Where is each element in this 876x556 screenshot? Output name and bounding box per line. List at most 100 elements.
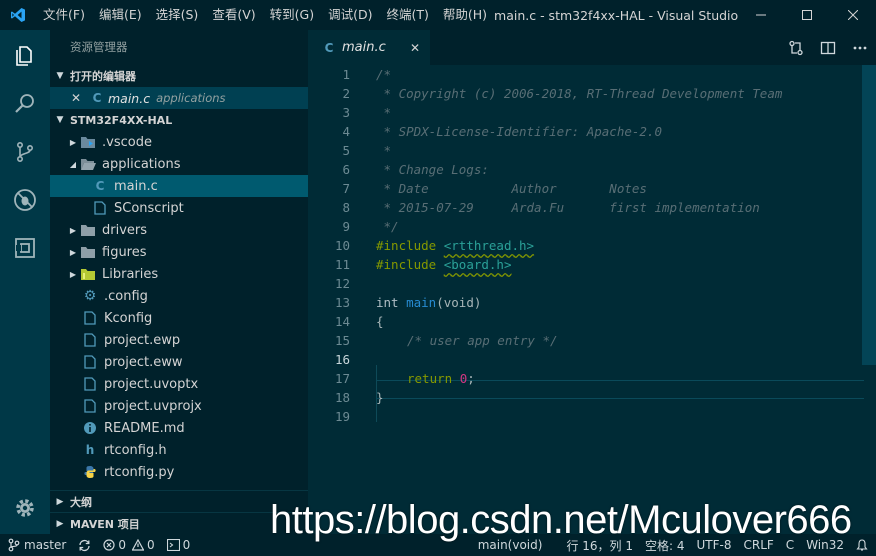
menu-edit[interactable]: 编辑(E) (92, 0, 149, 30)
tree-item-project-ewp[interactable]: project.ewp (50, 329, 308, 351)
output-counter-item[interactable]: 0 (161, 534, 197, 556)
python-file-icon (82, 464, 98, 480)
line-number: 17 (334, 371, 350, 386)
notifications-button[interactable] (850, 534, 876, 556)
project-label: STM32F4XX-HAL (70, 113, 173, 127)
tree-item-drivers[interactable]: ▶ drivers (50, 219, 308, 241)
code-line: 9 */ (308, 217, 876, 236)
menu-selection[interactable]: 选择(S) (149, 0, 206, 30)
sync-button[interactable] (72, 534, 97, 556)
tree-item-config[interactable]: ⚙ .config (50, 285, 308, 307)
open-changes-button[interactable] (780, 30, 812, 65)
comment: * Copyright (c) 2006-2018, RT-Thread Dev… (376, 86, 783, 101)
comment: * 2015-07-29 Arda.Fu first implementatio… (376, 200, 760, 215)
comment: * (376, 105, 392, 120)
tree-item-readme[interactable]: README.md (50, 417, 308, 439)
close-window-button[interactable] (830, 0, 876, 30)
line-number: 12 (334, 276, 350, 291)
line-number: 15 (334, 333, 350, 348)
editor-group: C main.c ✕ 1 /* 2 * Copyright (c) 2006-20… (308, 30, 876, 534)
tree-item-kconfig[interactable]: Kconfig (50, 307, 308, 329)
close-tab-icon[interactable]: ✕ (410, 41, 420, 55)
minimize-button[interactable] (738, 0, 784, 30)
tree-item-label: project.eww (104, 354, 183, 370)
tree-item-label: rtconfig.py (104, 464, 175, 480)
code-line: 8 * 2015-07-29 Arda.Fu first implementat… (308, 198, 876, 217)
folder-open-icon (80, 156, 96, 172)
tree-item-project-uvoptx[interactable]: project.uvoptx (50, 373, 308, 395)
tree-item-label: Kconfig (104, 310, 153, 326)
c-file-icon: C (324, 40, 334, 55)
error-count: 0 (118, 538, 126, 552)
menu-help[interactable]: 帮助(H) (436, 0, 494, 30)
debug-icon[interactable] (0, 176, 50, 224)
line-number: 13 (334, 295, 350, 310)
comment: * SPDX-License-Identifier: Apache-2.0 (376, 124, 662, 139)
window-title: main.c - stm32f4xx-HAL - Visual Studio C… (494, 7, 738, 23)
vertical-scrollbar[interactable] (862, 65, 876, 365)
line-number: 3 (342, 105, 350, 120)
tab-bar: C main.c ✕ (308, 30, 876, 65)
code-editor[interactable]: 1 /* 2 * Copyright (c) 2006-2018, RT-Thre… (308, 65, 876, 534)
warning-count: 0 (146, 538, 155, 552)
chevron-right-icon: ▶ (69, 137, 77, 147)
open-editors-header[interactable]: ▼ 打开的编辑器 (50, 65, 308, 87)
menu-file[interactable]: 文件(F) (36, 0, 92, 30)
code-line: 17 return 0; (308, 369, 876, 388)
tree-item-label: project.uvoptx (104, 376, 199, 392)
menu-view[interactable]: 查看(V) (205, 0, 262, 30)
tree-item-vscode[interactable]: ▶ .vscode (50, 131, 308, 153)
menu-terminal[interactable]: 终端(T) (379, 0, 435, 30)
maximize-icon (802, 10, 812, 20)
menu-go[interactable]: 转到(G) (263, 0, 321, 30)
code-line: 12 (308, 274, 876, 293)
editor-actions (780, 30, 876, 65)
tree-item-project-uvprojx[interactable]: project.uvprojx (50, 395, 308, 417)
error-icon (103, 539, 115, 551)
chevron-right-icon: ▶ (69, 247, 77, 257)
tree-item-label: project.ewp (104, 332, 181, 348)
line-number: 10 (334, 238, 350, 253)
tab-main-c[interactable]: C main.c ✕ (308, 30, 430, 65)
tree-item-applications[interactable]: ◢ applications (50, 153, 308, 175)
project-header[interactable]: ▼ STM32F4XX-HAL (50, 109, 308, 131)
line-number: 18 (334, 390, 350, 405)
open-editor-path: applications (156, 91, 226, 105)
tree-item-label: figures (102, 244, 147, 260)
source-control-icon[interactable] (0, 128, 50, 176)
output-count: 0 (182, 538, 191, 552)
outline-label: 大纲 (70, 495, 92, 509)
file-icon (82, 376, 98, 392)
problems-item[interactable]: 0 0 (97, 534, 160, 556)
branch-name: master (24, 538, 67, 552)
tree-item-rtconfig-py[interactable]: rtconfig.py (50, 461, 308, 483)
extensions-icon[interactable] (0, 224, 50, 272)
open-editor-item[interactable]: ✕ C main.c applications (50, 87, 308, 109)
sync-icon (79, 539, 90, 551)
maximize-button[interactable] (784, 0, 830, 30)
line-number: 4 (342, 124, 350, 139)
preprocessor: #include (376, 238, 437, 253)
tree-item-figures[interactable]: ▶ figures (50, 241, 308, 263)
more-actions-button[interactable] (844, 30, 876, 65)
tree-item-sconscript[interactable]: SConscript (50, 197, 308, 219)
terminal-icon (166, 539, 180, 551)
close-editor-icon[interactable]: ✕ (64, 91, 88, 105)
search-icon[interactable] (0, 80, 50, 128)
line-number: 8 (342, 200, 350, 215)
h-file-icon: h (85, 443, 95, 457)
line-number: 9 (342, 219, 350, 234)
tree-item-project-eww[interactable]: project.eww (50, 351, 308, 373)
tree-item-libraries[interactable]: ▶ Libraries (50, 263, 308, 285)
split-editor-button[interactable] (812, 30, 844, 65)
code-line: 11 #include <board.h> (308, 255, 876, 274)
tree-item-main-c[interactable]: C main.c (50, 175, 308, 197)
git-branch-item[interactable]: master (0, 534, 72, 556)
compare-changes-icon (789, 40, 803, 55)
settings-gear-icon[interactable] (0, 484, 50, 532)
explorer-icon[interactable] (0, 32, 50, 80)
c-file-icon: C (92, 91, 102, 105)
menu-debug[interactable]: 调试(D) (321, 0, 379, 30)
chevron-right-icon: ▶ (69, 269, 77, 279)
tree-item-rtconfig-h[interactable]: h rtconfig.h (50, 439, 308, 461)
